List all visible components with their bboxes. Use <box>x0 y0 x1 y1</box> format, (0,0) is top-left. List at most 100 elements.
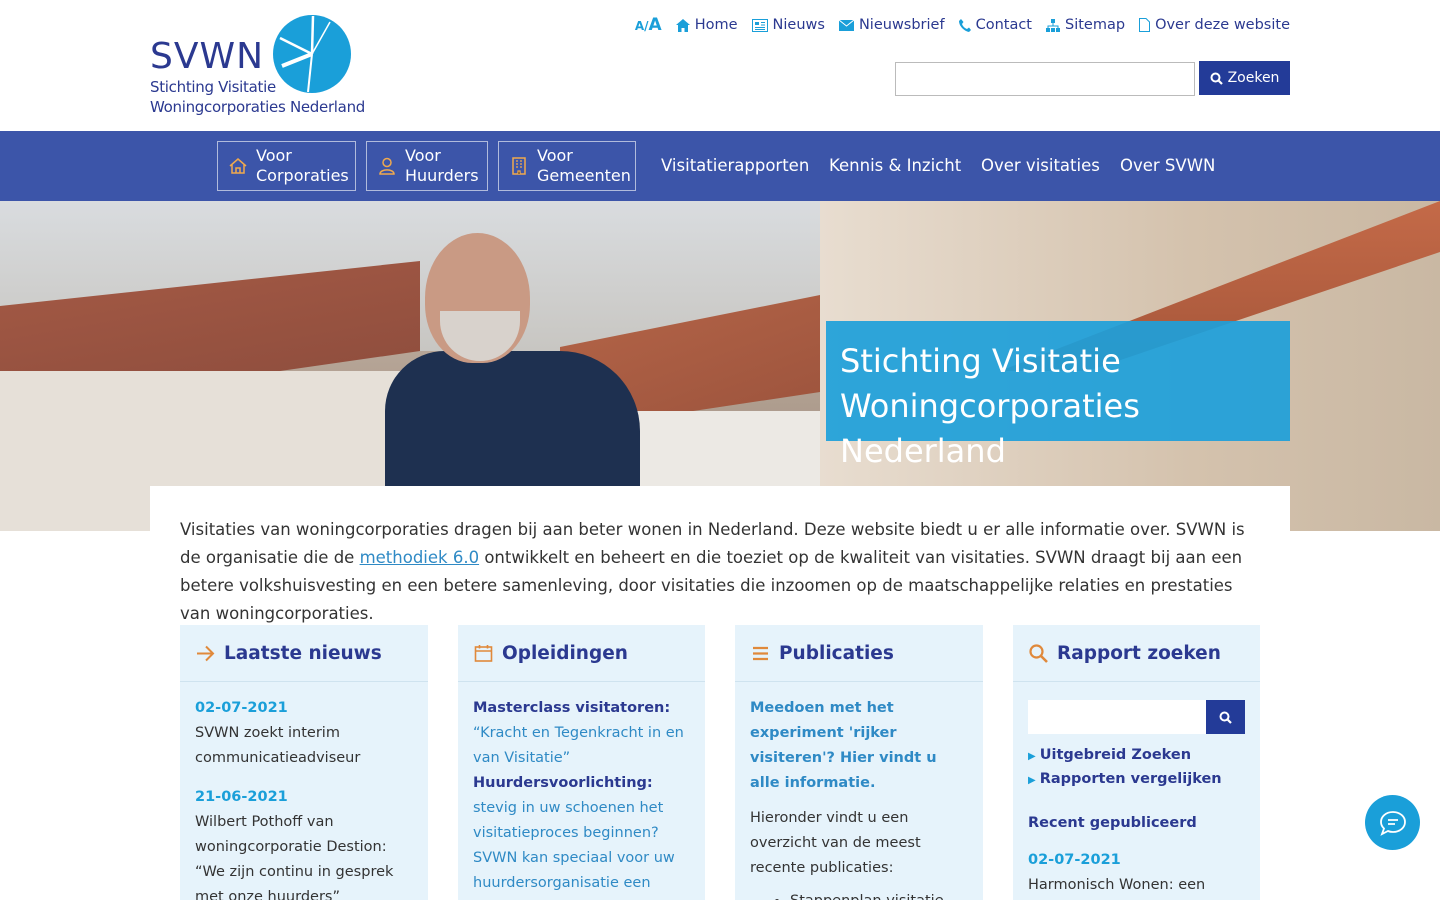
experiment-link[interactable]: Meedoen met het experiment 'rijker visit… <box>750 696 968 796</box>
logo-emblem-icon <box>273 15 351 93</box>
nav-over-svwn[interactable]: Over SVWN <box>1120 156 1215 175</box>
uitgebreid-zoeken-link[interactable]: ▶ Uitgebreid Zoeken <box>1028 744 1245 768</box>
logo-title: SVWN <box>150 36 265 77</box>
card-laatste-nieuws: Laatste nieuws 02-07-2021 SVWN zoekt int… <box>180 625 428 900</box>
rapport-search-input[interactable] <box>1028 700 1206 734</box>
search-button-label: Zoeken <box>1227 70 1280 86</box>
nieuwsbrief-label: Nieuwsbrief <box>858 17 945 33</box>
opleiding-masterclass[interactable]: Masterclass visitatoren: “Kracht en Tege… <box>473 696 690 771</box>
opleiding-title: Huurdersvoorlichting: <box>473 775 653 791</box>
rapport-search-button[interactable] <box>1206 700 1245 734</box>
news-date: 21-06-2021 <box>195 789 288 805</box>
site-header: SVWN Stichting Visitatie Woningcorporati… <box>0 0 1440 131</box>
hero-title-line1: Stichting Visitatie <box>840 342 1121 380</box>
utility-nav: A / A Home Nieuws Nieuwsbrief Contact Si… <box>635 15 1290 35</box>
contact-link[interactable]: Contact <box>958 17 1032 33</box>
caret-right-icon: ▶ <box>1028 751 1036 762</box>
card-body: Meedoen met het experiment 'rijker visit… <box>735 682 983 900</box>
nieuws-link[interactable]: Nieuws <box>751 17 825 33</box>
over-website-link[interactable]: Over deze website <box>1139 17 1290 33</box>
card-title: Rapport zoeken <box>1057 642 1221 664</box>
search-button[interactable]: Zoeken <box>1199 61 1290 95</box>
envelope-icon <box>838 19 854 31</box>
card-title: Laatste nieuws <box>224 642 382 664</box>
news-item[interactable]: 21-06-2021 Wilbert Pothoff van woningcor… <box>195 785 413 900</box>
nav-corporaties-line2: Corporaties <box>256 166 349 185</box>
nav-corporaties-text: Voor Corporaties <box>256 146 349 186</box>
hero-title-line2: Woningcorporaties Nederland <box>840 387 1140 470</box>
nav-gemeenten-text: Voor Gemeenten <box>537 146 631 186</box>
card-body: Masterclass visitatoren: “Kracht en Tege… <box>458 682 705 900</box>
recent-title: Harmonisch Wonen: een <box>1028 877 1206 893</box>
card-opleidingen: Opleidingen Masterclass visitatoren: “Kr… <box>458 625 705 900</box>
arrow-right-icon <box>197 645 215 661</box>
nav-huurders-line2: Huurders <box>405 166 479 185</box>
sitemap-label: Sitemap <box>1065 17 1126 33</box>
nav-voor-huurders[interactable]: Voor Huurders <box>366 141 488 191</box>
nav-voor-gemeenten[interactable]: Voor Gemeenten <box>498 141 636 191</box>
nieuwsbrief-link[interactable]: Nieuwsbrief <box>838 17 945 33</box>
publicatie-item[interactable]: Stappenplan visitatie voor de werkwijze <box>790 889 968 900</box>
contact-label: Contact <box>975 17 1032 33</box>
font-small-label: A <box>634 19 645 33</box>
house-icon <box>229 158 247 174</box>
hero-title: Stichting Visitatie Woningcorporaties Ne… <box>826 321 1290 470</box>
recent-date: 02-07-2021 <box>1028 852 1121 868</box>
uitgebreid-zoeken-label: Uitgebreid Zoeken <box>1039 747 1192 763</box>
card-body: 02-07-2021 SVWN zoekt interim communicat… <box>180 682 428 900</box>
card-header: Laatste nieuws <box>180 625 428 682</box>
nav-visitatierapporten[interactable]: Visitatierapporten <box>661 156 809 175</box>
nav-huurders-text: Voor Huurders <box>405 146 479 186</box>
chat-button[interactable] <box>1365 795 1420 850</box>
news-date: 02-07-2021 <box>195 700 288 716</box>
news-title: SVWN zoekt interim communicatieadviseur <box>195 725 361 766</box>
person-icon <box>379 157 395 175</box>
font-big-label: A <box>648 15 662 35</box>
nav-corporaties-line1: Voor <box>256 146 292 165</box>
nav-over-visitaties[interactable]: Over visitaties <box>981 156 1100 175</box>
logo-subtitle-line2: Woningcorporaties Nederland <box>150 98 365 116</box>
building-icon <box>512 157 526 175</box>
phone-icon <box>958 18 971 32</box>
font-size-toggle[interactable]: A / A <box>635 15 662 35</box>
recent-item[interactable]: 02-07-2021 Harmonisch Wonen: een <box>1028 848 1245 898</box>
svwn-logo[interactable]: SVWN Stichting Visitatie Woningcorporati… <box>150 14 365 118</box>
opleiding-huurders[interactable]: Huurdersvoorlichting: stevig in uw schoe… <box>473 771 690 900</box>
opleiding-title: Masterclass visitatoren: <box>473 700 671 716</box>
nav-gemeenten-line1: Voor <box>537 146 573 165</box>
nav-kennis-inzicht[interactable]: Kennis & Inzicht <box>829 156 961 175</box>
nieuws-label: Nieuws <box>772 17 825 33</box>
rapporten-vergelijken-label: Rapporten vergelijken <box>1039 771 1222 787</box>
search-icon <box>1029 643 1048 663</box>
opleiding-text: stevig in uw schoenen het visitatieproce… <box>473 800 675 891</box>
search-icon <box>1219 711 1232 724</box>
card-title: Opleidingen <box>502 642 628 664</box>
caret-right-icon: ▶ <box>1028 775 1036 786</box>
sitemap-icon <box>1046 18 1060 32</box>
nav-gemeenten-line2: Gemeenten <box>537 166 631 185</box>
sitemap-link[interactable]: Sitemap <box>1046 17 1125 33</box>
card-title: Publicaties <box>779 642 894 664</box>
opleiding-text: “Kracht en Tegenkracht in en van Visitat… <box>473 725 684 766</box>
recent-label: Recent gepubliceerd <box>1028 815 1197 831</box>
calendar-icon <box>474 644 493 662</box>
methodiek-link[interactable]: methodiek 6.0 <box>360 548 480 567</box>
publicaties-intro: Hieronder vindt u een overzicht van de m… <box>750 810 921 876</box>
newspaper-icon <box>751 18 768 32</box>
list-icon <box>753 646 768 660</box>
intro-text: Visitaties van woningcorporaties dragen … <box>180 516 1265 628</box>
news-title: Wilbert Pothoff van woningcorporatie Des… <box>195 814 394 900</box>
nav-voor-corporaties[interactable]: Voor Corporaties <box>217 141 356 191</box>
card-header: Publicaties <box>735 625 983 682</box>
rapporten-vergelijken-link[interactable]: ▶ Rapporten vergelijken <box>1028 768 1245 792</box>
home-link[interactable]: Home <box>675 17 738 33</box>
search-input[interactable] <box>895 62 1195 96</box>
document-icon <box>1139 18 1151 32</box>
card-publicaties: Publicaties Meedoen met het experiment '… <box>735 625 983 900</box>
news-item[interactable]: 02-07-2021 SVWN zoekt interim communicat… <box>195 696 413 771</box>
card-header: Opleidingen <box>458 625 705 682</box>
rapport-search <box>1028 700 1245 734</box>
home-label: Home <box>694 17 738 33</box>
rapport-links: ▶ Uitgebreid Zoeken ▶ Rapporten vergelijke… <box>1028 744 1245 792</box>
card-rapport-zoeken: Rapport zoeken ▶ Uitgebreid Zoeken ▶ Rappo… <box>1013 625 1260 900</box>
